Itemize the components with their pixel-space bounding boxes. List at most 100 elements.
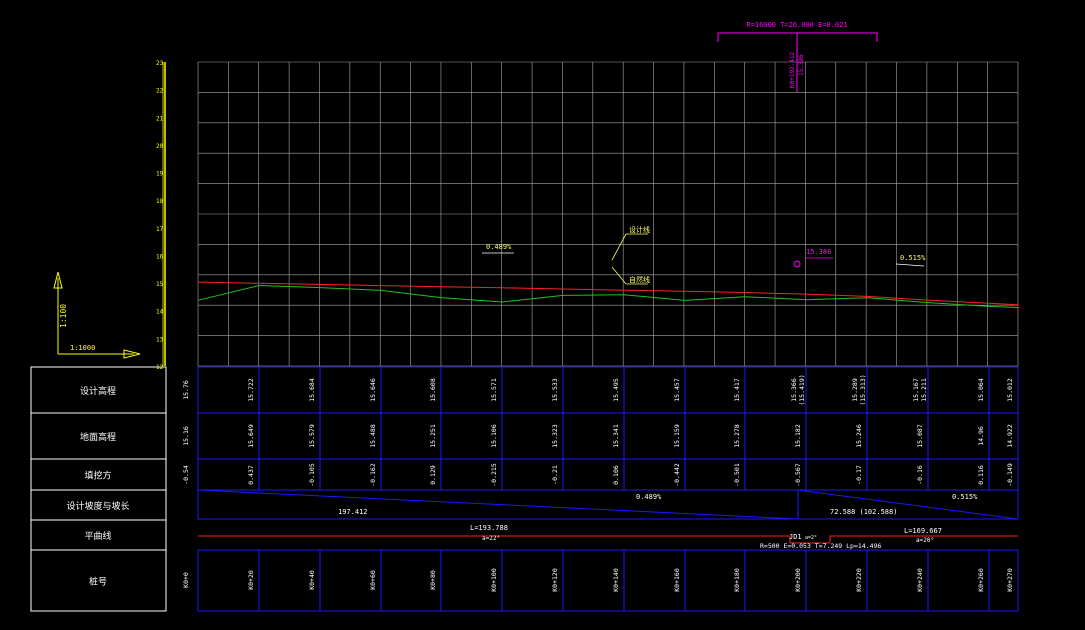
ground-elevation-cell: 15.251 <box>429 424 437 448</box>
design-elevation-extra-cell: (15.419) <box>798 374 806 405</box>
cut-fill-cell: -0.215 <box>490 463 498 487</box>
axis-tick-label: 22 <box>156 88 164 95</box>
design-line-leader <box>611 233 627 261</box>
design-elevation-cell: 15.76 <box>182 380 190 400</box>
station-cell: K0+220 <box>855 568 863 592</box>
ground-elevation-cell: 15.106 <box>490 424 498 448</box>
station-cell: K0+100 <box>490 568 498 592</box>
profile-drawing: 232221201918171615141312 1:100 1:1000 R=… <box>30 21 1019 612</box>
design-elevation-cell: 15.064 <box>977 378 985 402</box>
ground-elevation-cell: 15.16 <box>182 426 190 446</box>
curve-right-length: L=169.667 <box>904 527 942 535</box>
row-header-label: 设计高程 <box>80 385 116 397</box>
axis-tick-label: 23 <box>156 60 164 67</box>
row-header-label: 桩号 <box>89 576 107 588</box>
cut-fill-cell: -0.149 <box>1006 463 1014 487</box>
cut-fill-cell: -0.442 <box>673 463 681 487</box>
design-elevation-cell: 15.167 <box>912 378 920 402</box>
ground-elevation-cell: 15.341 <box>612 424 620 448</box>
cut-fill-cell: -0.17 <box>855 465 863 485</box>
design-elevation-cell: 15.533 <box>551 378 559 402</box>
curve-right-angle: a=20° <box>916 537 934 544</box>
ground-line <box>197 284 1019 309</box>
horizontal-scale-label: 1:1000 <box>70 344 95 352</box>
curve-jd-detail: R=500 E=0.053 T=7.249 Lp=14.496 <box>760 542 881 550</box>
design-elevation-cell: 15.684 <box>308 378 316 402</box>
design-elevation-extra-cell: 15.211 <box>920 378 928 402</box>
pvi-elevation-label: 15.386 <box>798 54 805 76</box>
design-elevation-cell: 15.012 <box>1006 378 1014 402</box>
cut-fill-cell: 0.106 <box>612 465 620 485</box>
design-elevation-cell: 15.417 <box>733 378 741 402</box>
row-header-label: 填挖方 <box>84 470 111 482</box>
curve-jd-label: JD1 <box>789 533 802 541</box>
ground-elevation-cell: 15.087 <box>916 424 924 448</box>
cut-fill-cell: -0.162 <box>369 463 377 487</box>
ground-elevation-cell: 14.96 <box>977 426 985 446</box>
cut-fill-cell: -0.54 <box>182 465 190 485</box>
horizontal-curve-row: L=193.788 a=22° JD1 a=2° R=500 E=0.053 T… <box>198 524 1018 550</box>
station-cell: K0+60 <box>369 570 377 590</box>
row-header-label: 平曲线 <box>84 530 111 542</box>
design-line <box>197 281 1019 306</box>
right-grade-label: 0.515% <box>900 254 926 262</box>
ground-elevation-cell: 15.278 <box>733 424 741 448</box>
axis-tick-label: 14 <box>156 309 164 316</box>
station-cell: K0+20 <box>247 570 255 590</box>
design-elevation-extra-cell: (15.313) <box>859 374 867 405</box>
design-elevation-cell: 15.289 <box>851 378 859 402</box>
vertical-curve-label: R=16000 T=26.000 E=0.021 <box>746 21 847 29</box>
grade-row-left-length: 197.412 <box>338 508 368 516</box>
station-cell: K0+260 <box>977 568 985 592</box>
axis-tick-label: 21 <box>156 115 164 122</box>
station-cell: K0+80 <box>429 570 437 590</box>
axis-tick-label: 15 <box>156 281 164 288</box>
axis-tick-label: 20 <box>156 143 164 150</box>
station-cell: K0+0 <box>182 572 190 588</box>
design-elevation-cell: 15.571 <box>490 378 498 402</box>
profile-lines <box>197 260 1019 309</box>
cut-fill-cell: -0.501 <box>733 463 741 487</box>
ground-elevation-cell: 15.488 <box>369 424 377 448</box>
cut-fill-cell: -0.567 <box>794 463 802 487</box>
elevation-axis: 232221201918171615141312 <box>156 60 166 371</box>
ground-elevation-cell: 14.922 <box>1006 424 1014 448</box>
grade-row-right-length: 72.588 (102.588) <box>830 508 897 516</box>
cut-fill-cell: 0.116 <box>977 465 985 485</box>
design-elevation-cell: 15.722 <box>247 378 255 402</box>
row-header-label: 地面高程 <box>80 431 116 443</box>
axis-tick-label: 17 <box>156 226 164 233</box>
curve-left-length: L=193.788 <box>470 524 508 532</box>
design-elevation-cell: 15.646 <box>369 378 377 402</box>
vertical-scale-label: 1:100 <box>59 304 68 328</box>
station-cell: K0+200 <box>794 568 802 592</box>
station-cell: K0+180 <box>733 568 741 592</box>
left-grade-diagonal <box>197 489 799 520</box>
scale-indicator: 1:100 1:1000 <box>53 271 141 359</box>
ground-elevation-cell: 15.579 <box>308 424 316 448</box>
cut-fill-cell: -0.16 <box>916 465 924 485</box>
ground-elevation-cell: 15.323 <box>551 424 559 448</box>
grade-row-left-grade: 0.489% <box>636 493 662 501</box>
row-header-label: 设计坡度与坡长 <box>66 500 129 512</box>
station-cell: K0+40 <box>308 570 316 590</box>
ground-elevation-cell: 15.246 <box>855 424 863 448</box>
axis-tick-label: 18 <box>156 198 164 205</box>
ground-line-label: 自然线 <box>629 275 650 284</box>
row-header-boxes: 设计高程地面高程填挖方设计坡度与坡长平曲线桩号 <box>30 366 167 612</box>
profile-grid <box>197 61 1019 367</box>
grade-row-right-grade: 0.515% <box>952 493 978 501</box>
curve-jd-angle: a=2° <box>805 535 817 541</box>
ground-line-leader <box>611 266 627 285</box>
station-cell: K0+140 <box>612 568 620 592</box>
axis-tick-label: 19 <box>156 171 164 178</box>
pvi-circle-icon <box>793 260 801 268</box>
design-elevation-cell: 15.495 <box>612 378 620 402</box>
design-elevation-cell: 15.366 <box>790 378 798 402</box>
data-table: 15.76 15.16 -0.54 K0+0 15.722 15.649 0.437 K0+2… <box>182 366 1019 612</box>
station-cell: K0+160 <box>673 568 681 592</box>
profile-annotations: 设计线 自然线 0.489% 0.515% 15.386 <box>482 225 926 285</box>
right-grade-underline <box>895 263 925 267</box>
pvi-station-label: K0+192.412 <box>789 51 796 88</box>
station-cell: K0+120 <box>551 568 559 592</box>
